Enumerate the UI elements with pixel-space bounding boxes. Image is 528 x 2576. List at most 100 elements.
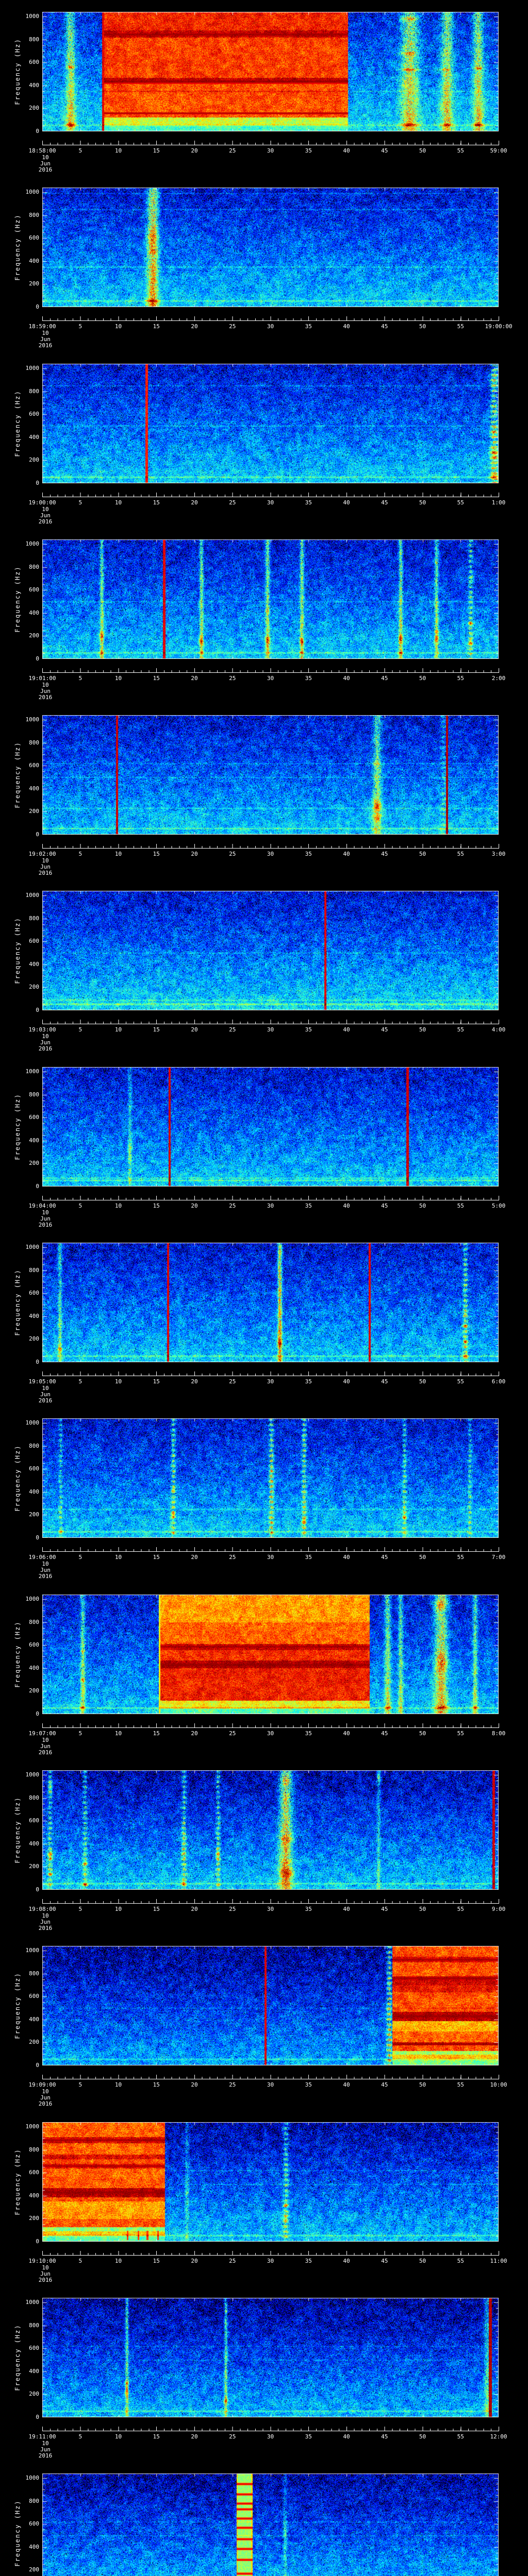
y-tick-label: 400 [29, 2543, 39, 2550]
y-axis-title: Frequency (Hz) [14, 1269, 21, 1336]
x-tick-label: 30 [267, 2081, 274, 2088]
spectrogram-canvas [42, 2298, 499, 2417]
spectrogram-plot [42, 1595, 499, 1714]
spectrogram-panel: Frequency (Hz) 1000 800 600 400 200 0 19:02:0… [0, 703, 528, 879]
y-tick-label: 400 [29, 1137, 39, 1144]
y-tick-label: 0 [36, 303, 39, 310]
y-tick-label: 800 [29, 1970, 39, 1977]
x-axis-minor-ticks [42, 846, 499, 848]
x-axis-line [42, 1551, 499, 1552]
y-axis-title: Frequency (Hz) [14, 1621, 21, 1688]
x-tick-label: 30 [267, 1906, 274, 1912]
x-axis-end-time: 4:00 [491, 1026, 506, 1033]
y-tick-label: 600 [29, 59, 39, 66]
y-tick-label: 400 [29, 1840, 39, 1847]
y-tick-label: 800 [29, 739, 39, 746]
x-axis-start-time: 19:02:00 [28, 851, 56, 857]
x-tick-label: 10 [114, 2433, 122, 2440]
x-axis-minor-ticks [42, 1022, 499, 1024]
y-tick-label: 200 [29, 632, 39, 639]
spectrogram-plot [42, 539, 499, 659]
x-tick-label: 10 [114, 851, 122, 857]
y-tick-label: 400 [29, 960, 39, 968]
x-tick-label: 40 [343, 1202, 350, 1209]
x-axis-start-time: 19:09:00 [28, 2081, 56, 2088]
x-tick-label: 10 [114, 323, 122, 330]
y-tick-label: 200 [29, 280, 39, 287]
x-tick-label: 30 [267, 1202, 274, 1209]
x-tick-label: 5 [78, 2081, 82, 2088]
x-tick-label: 40 [343, 2081, 350, 2088]
x-axis-start-time: 19:07:00 [28, 1730, 56, 1737]
x-tick-label: 45 [381, 499, 388, 506]
spectrogram-plot [42, 188, 499, 307]
x-axis-minor-ticks [42, 495, 499, 497]
x-tick-label: 25 [229, 2433, 236, 2440]
y-tick-label: 1000 [25, 188, 40, 195]
spectrogram-plot [42, 12, 499, 131]
y-tick-label: 200 [29, 984, 39, 991]
x-tick-label: 55 [457, 1378, 464, 1385]
x-tick-label: 15 [153, 323, 160, 330]
x-tick-label: 10 [114, 1906, 122, 1912]
x-tick-label: 20 [191, 675, 198, 682]
y-tick-label: 1000 [25, 540, 40, 547]
x-tick-label: 5 [78, 675, 82, 682]
spectrogram-canvas [42, 1946, 499, 2065]
x-axis-end-time: 6:00 [491, 1378, 506, 1385]
y-tick-label: 800 [29, 2146, 39, 2153]
y-tick-label: 0 [36, 2238, 39, 2245]
y-tick-label: 200 [29, 1160, 39, 1167]
x-tick-label: 5 [78, 2258, 82, 2264]
x-tick-label: 35 [305, 1378, 312, 1385]
x-tick-label: 10 [114, 2258, 122, 2264]
x-tick-label: 40 [343, 499, 350, 506]
x-tick-label: 25 [229, 1202, 236, 1209]
x-tick-label: 30 [267, 675, 274, 682]
x-tick-label: 50 [419, 1378, 426, 1385]
spectrogram-panel: Frequency (Hz) 1000 800 600 400 200 0 19:05:0… [0, 1231, 528, 1406]
x-tick-label: 35 [305, 2433, 312, 2440]
x-axis-line [42, 848, 499, 849]
x-axis-start-time: 19:08:00 [28, 1906, 56, 1912]
x-tick-label: 45 [381, 147, 388, 154]
x-tick-label: 50 [419, 1554, 426, 1561]
spectrogram-canvas [42, 12, 499, 131]
y-tick-label: 600 [29, 1290, 39, 1297]
x-tick-label: 45 [381, 2433, 388, 2440]
x-tick-label: 15 [153, 1906, 160, 1912]
spectrogram-panel: Frequency (Hz) 1000 800 600 400 200 0 19:06:0… [0, 1406, 528, 1582]
spectrogram-canvas [42, 188, 499, 307]
y-tick-label: 1000 [25, 1946, 40, 1954]
spectrogram-canvas [42, 539, 499, 659]
x-tick-label: 15 [153, 1730, 160, 1737]
x-tick-label: 25 [229, 1554, 236, 1561]
date-line: 2016 [38, 870, 53, 876]
x-tick-label: 45 [381, 2258, 388, 2264]
x-tick-label: 20 [191, 2081, 198, 2088]
x-tick-label: 35 [305, 851, 312, 857]
x-tick-label: 25 [229, 323, 236, 330]
y-tick-label: 1000 [25, 1243, 40, 1250]
x-tick-label: 15 [153, 2081, 160, 2088]
x-tick-label: 30 [267, 499, 274, 506]
y-tick-label: 0 [36, 2062, 39, 2069]
spectrogram-canvas [42, 715, 499, 835]
x-tick-label: 25 [229, 1730, 236, 1737]
spectrogram-plot [42, 891, 499, 1010]
spectrogram-figure: Frequency (Hz) 1000 800 600 400 200 0 18:58:0… [0, 0, 528, 2576]
x-axis-end-time: 7:00 [491, 1554, 506, 1561]
x-axis-minor-ticks [42, 670, 499, 672]
x-tick-label: 5 [78, 851, 82, 857]
y-tick-label: 200 [29, 105, 39, 112]
y-tick-label: 600 [29, 762, 39, 769]
y-tick-label: 0 [36, 1710, 39, 1717]
y-tick-label: 400 [29, 433, 39, 440]
x-tick-label: 5 [78, 1378, 82, 1385]
y-tick-label: 1000 [25, 2474, 40, 2481]
y-tick-label: 600 [29, 2520, 39, 2528]
y-tick-label: 200 [29, 808, 39, 815]
x-tick-label: 55 [457, 2433, 464, 2440]
y-tick-label: 1000 [25, 2123, 40, 2130]
x-tick-label: 45 [381, 323, 388, 330]
